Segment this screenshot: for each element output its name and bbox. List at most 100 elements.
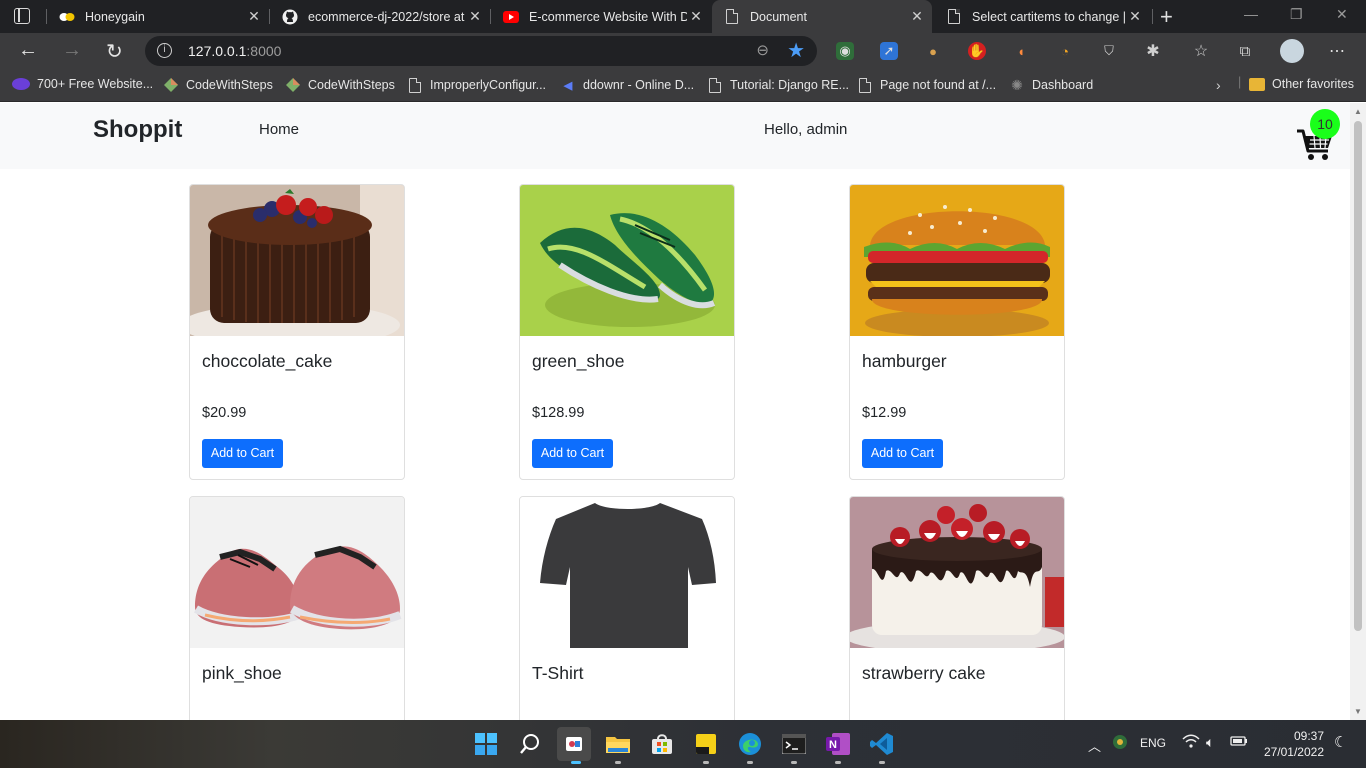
tab-close-icon[interactable]: ✕ <box>1126 8 1144 25</box>
product-price: $12.99 <box>862 405 907 421</box>
bookmark-item[interactable]: ImproperlyConfigur... <box>407 77 546 93</box>
page-scrollbar[interactable]: ▲ ▼ <box>1350 103 1366 720</box>
favorites-icon[interactable]: ☆ <box>1192 42 1210 60</box>
bookmark-item[interactable]: CodeWithSteps <box>163 77 273 93</box>
forward-icon[interactable]: → <box>62 39 82 62</box>
site-info-icon[interactable]: i <box>157 43 172 58</box>
bookmarks-overflow-chevron-icon[interactable]: › <box>1216 77 1221 93</box>
windows-taskbar: N ︿ ENG 🔈︎ 09:37 27/01/2022 ☾ <box>0 720 1366 768</box>
collections-icon[interactable]: ⧉ <box>1236 42 1254 60</box>
zoom-icon[interactable]: ⊖ <box>756 41 769 59</box>
nav-home-link[interactable]: Home <box>259 121 299 138</box>
product-image-tshirt[interactable] <box>520 497 734 648</box>
volume-icon[interactable]: 🔈︎ <box>1206 734 1214 751</box>
tab-youtube[interactable]: E-commerce Website With Dj ✕ <box>491 0 711 33</box>
file-explorer-icon[interactable] <box>603 729 633 759</box>
tab-close-icon[interactable]: ✕ <box>466 8 484 25</box>
language-indicator[interactable]: ENG <box>1140 736 1166 750</box>
extensions-puzzle-icon[interactable]: ✱ <box>1144 42 1162 60</box>
tab-select-cartitems[interactable]: Select cartitems to change | D ✕ <box>934 0 1150 33</box>
battery-icon[interactable] <box>1230 734 1248 751</box>
product-image-hamburger[interactable] <box>850 185 1064 336</box>
tab-actions-menu-icon[interactable] <box>14 8 30 24</box>
tab-separator <box>1152 9 1153 24</box>
tab-honeygain[interactable]: Honeygain ✕ <box>47 0 269 33</box>
microsoft-store-icon[interactable] <box>647 729 677 759</box>
terminal-icon[interactable] <box>779 729 809 759</box>
wifi-icon[interactable] <box>1182 734 1200 751</box>
tab-close-icon[interactable]: ✕ <box>687 8 705 25</box>
back-icon[interactable]: ← <box>18 39 38 62</box>
extension-shield-icon[interactable]: ⛉ <box>1100 42 1118 60</box>
extension-cookie-icon[interactable]: ● <box>924 42 942 60</box>
minimize-icon[interactable]: — <box>1244 6 1258 22</box>
profile-avatar[interactable] <box>1280 39 1304 63</box>
tray-app-icon[interactable] <box>1111 734 1129 753</box>
product-image-pink-shoe[interactable] <box>190 497 404 648</box>
close-window-icon[interactable]: ✕ <box>1336 6 1348 23</box>
document-icon <box>724 9 740 25</box>
bookmark-label: CodeWithSteps <box>186 78 273 92</box>
product-name[interactable]: hamburger <box>862 351 947 372</box>
tab-close-icon[interactable]: ✕ <box>908 8 926 25</box>
site-navbar: Shoppit Home Hello, admin 10 <box>0 103 1350 169</box>
refresh-icon[interactable]: ↻ <box>106 39 123 64</box>
running-indicator <box>615 761 621 764</box>
bookmark-label: Tutorial: Django RE... <box>730 78 850 92</box>
scrollbar-thumb[interactable] <box>1354 121 1362 631</box>
add-to-cart-button[interactable]: Add to Cart <box>532 439 613 468</box>
tab-close-icon[interactable]: ✕ <box>245 8 263 25</box>
bookmark-item[interactable]: Tutorial: Django RE... <box>707 77 849 93</box>
vscode-icon[interactable] <box>867 729 897 759</box>
tab-document[interactable]: Document ✕ <box>712 0 932 33</box>
edge-browser-icon[interactable] <box>735 729 765 759</box>
product-name[interactable]: T-Shirt <box>532 663 584 684</box>
add-to-cart-button[interactable]: Add to Cart <box>862 439 943 468</box>
bookmark-item[interactable]: Page not found at /... <box>857 77 996 93</box>
search-icon[interactable] <box>515 729 545 759</box>
extension-capsule-icon[interactable]: ◖ <box>1012 42 1030 60</box>
product-image-strawberry-cake[interactable] <box>850 497 1064 648</box>
github-icon <box>282 9 298 25</box>
product-name[interactable]: choccolate_cake <box>202 351 332 372</box>
scroll-down-icon[interactable]: ▼ <box>1354 707 1362 716</box>
brand-logo[interactable]: Shoppit <box>93 116 182 144</box>
sticky-notes-icon[interactable] <box>691 729 721 759</box>
bookmark-label: Other favorites <box>1272 77 1354 91</box>
bookmark-label: 700+ Free Website... <box>37 77 154 91</box>
bookmark-item[interactable]: 700+ Free Website... <box>12 77 153 91</box>
bookmark-item[interactable]: ◀ ddownr - Online D... <box>560 77 694 93</box>
new-tab-icon[interactable]: + <box>1160 4 1173 30</box>
onenote-icon[interactable]: N <box>823 729 853 759</box>
extension-adblock-icon[interactable]: ✋ <box>968 42 986 60</box>
address-bar[interactable]: i 127.0.0.1:8000 ⊖ ★ <box>145 36 817 66</box>
product-name[interactable]: green_shoe <box>532 351 624 372</box>
browser-tab-bar: Honeygain ✕ ecommerce-dj-2022/store at ✕… <box>0 0 1366 33</box>
extension-globe-icon[interactable]: ◉ <box>836 42 854 60</box>
tab-title: ecommerce-dj-2022/store at <box>308 9 465 24</box>
product-card: strawberry cake <box>849 496 1065 720</box>
extension-arrow-icon[interactable]: ➚ <box>880 42 898 60</box>
restore-icon[interactable]: ❐ <box>1290 6 1303 23</box>
extension-timer-icon[interactable]: ◔ <box>1056 42 1074 60</box>
windows-start-icon[interactable] <box>471 729 501 759</box>
favorite-star-icon[interactable]: ★ <box>787 38 805 63</box>
product-image-chocolate-cake[interactable] <box>190 185 404 336</box>
youtube-icon <box>503 9 519 25</box>
system-clock[interactable]: 09:37 27/01/2022 <box>1258 728 1324 760</box>
snipping-tool-icon[interactable] <box>557 727 591 761</box>
tab-github[interactable]: ecommerce-dj-2022/store at ✕ <box>270 0 490 33</box>
scroll-up-icon[interactable]: ▲ <box>1354 107 1362 116</box>
notifications-moon-icon[interactable]: ☾ <box>1334 733 1347 751</box>
add-to-cart-button[interactable]: Add to Cart <box>202 439 283 468</box>
bookmark-item[interactable]: CodeWithSteps <box>285 77 395 93</box>
other-favorites[interactable]: Other favorites <box>1249 77 1354 91</box>
more-menu-icon[interactable]: ⋯ <box>1328 42 1346 60</box>
product-name[interactable]: pink_shoe <box>202 663 282 684</box>
tray-overflow-chevron-icon[interactable]: ︿ <box>1088 736 1101 755</box>
clock-date: 27/01/2022 <box>1263 745 1324 759</box>
product-name[interactable]: strawberry cake <box>862 663 986 684</box>
cart-count-badge[interactable]: 10 <box>1310 109 1340 139</box>
product-image-green-shoe[interactable] <box>520 185 734 336</box>
bookmark-item[interactable]: ✺ Dashboard <box>1009 77 1093 93</box>
